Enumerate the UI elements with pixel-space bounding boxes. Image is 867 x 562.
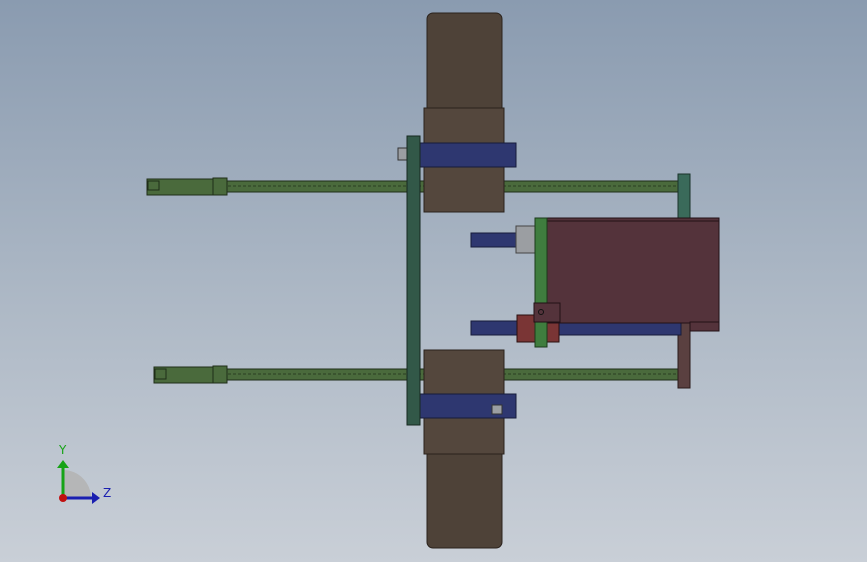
y-arrowhead-icon — [57, 460, 69, 468]
lower-axle[interactable] — [418, 393, 517, 419]
frame-plate[interactable] — [406, 135, 421, 426]
y-axis-label: Y — [59, 443, 67, 457]
cad-viewport[interactable]: Y Z — [0, 0, 867, 562]
upper-axle-shaft — [418, 142, 517, 168]
motor-flange — [534, 217, 548, 348]
x-axis-point — [59, 494, 67, 502]
lower-axle-stub — [491, 404, 503, 415]
upper-tire — [426, 12, 503, 114]
lower-tire — [426, 447, 503, 549]
motor-rear-plate — [689, 321, 720, 332]
motor-body — [545, 217, 720, 324]
lower-rod-collar — [212, 365, 228, 384]
z-arrowhead-icon — [92, 492, 100, 504]
motor-coupler-grey — [515, 225, 537, 254]
model-view[interactable] — [0, 0, 867, 562]
triad-quadrant — [63, 470, 91, 498]
coordinate-triad — [57, 460, 100, 504]
lower-hub-front — [423, 349, 505, 395]
motor-shaft-upper — [470, 232, 522, 248]
upper-rod-collar — [212, 177, 228, 196]
upper-end-post[interactable] — [677, 173, 691, 220]
upper-hub-front — [423, 164, 505, 213]
motor-bracket — [533, 302, 561, 323]
z-axis-label: Z — [103, 486, 112, 500]
